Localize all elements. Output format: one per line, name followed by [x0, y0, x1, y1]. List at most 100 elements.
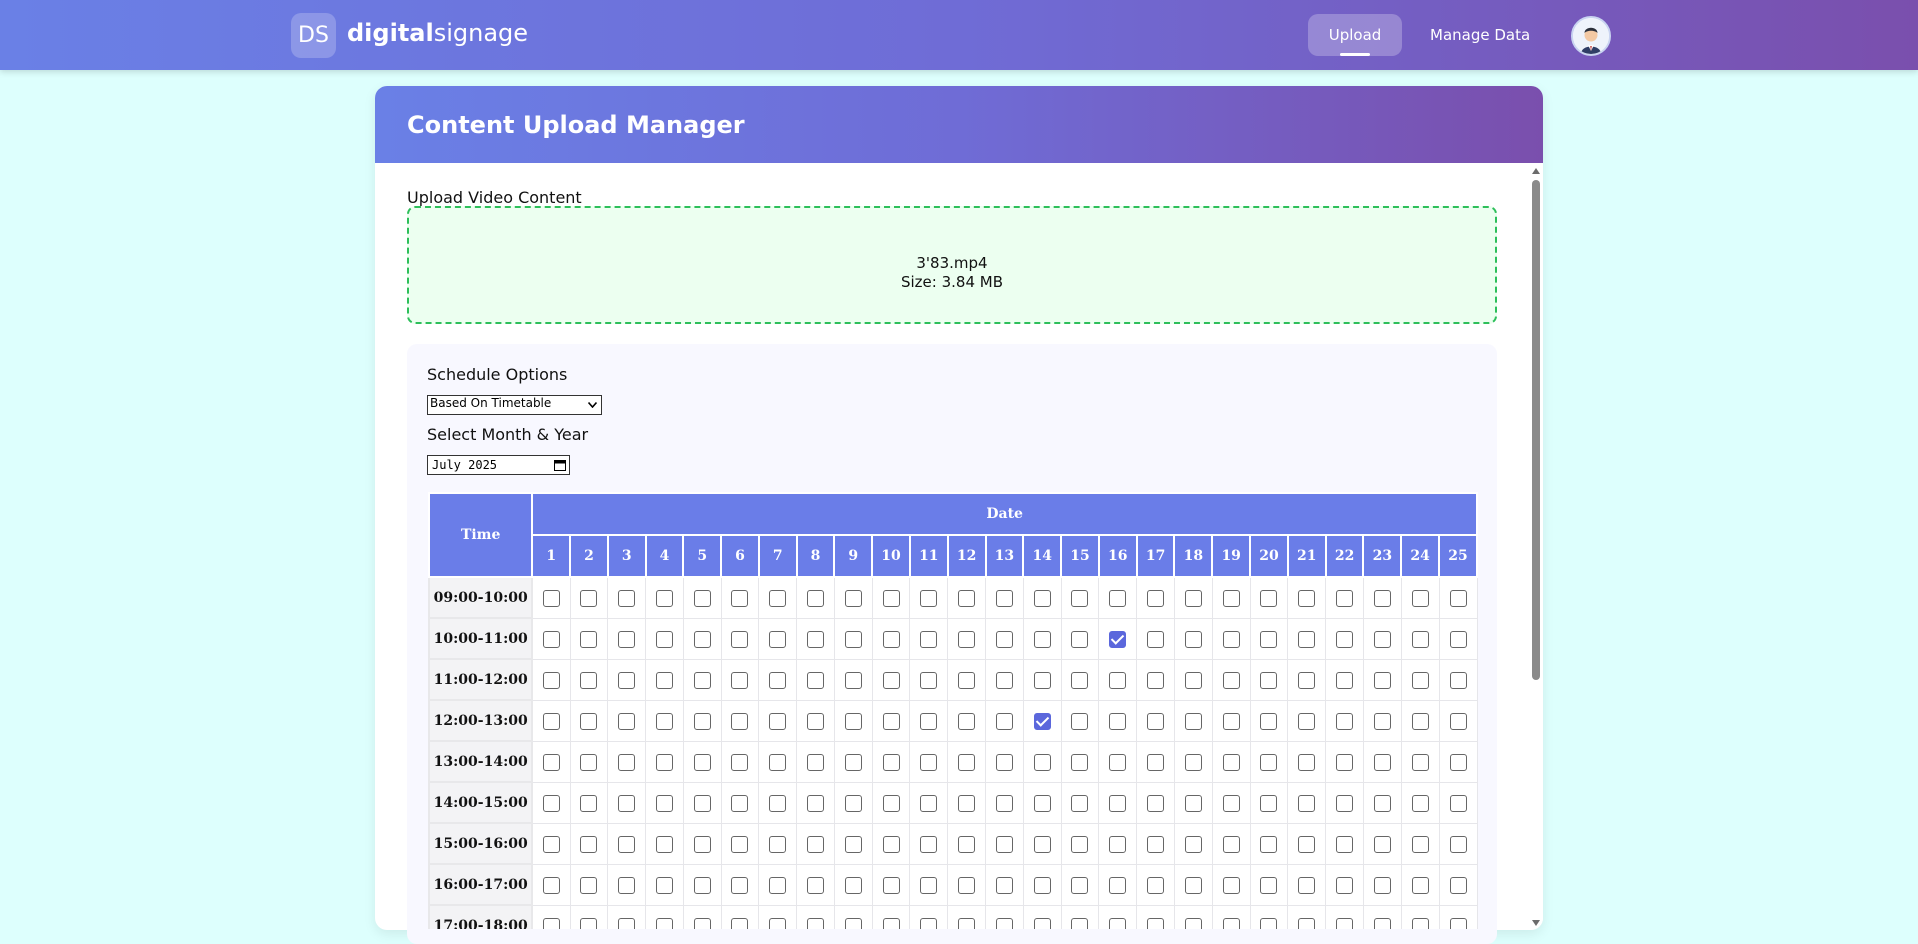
slot-checkbox[interactable] [1033, 754, 1051, 771]
slot-checkbox[interactable] [769, 836, 787, 853]
slot-checkbox[interactable] [1449, 713, 1467, 730]
slot-checkbox[interactable] [806, 754, 824, 771]
slot-checkbox[interactable] [1147, 631, 1165, 648]
slot-checkbox[interactable] [1298, 713, 1316, 730]
user-avatar-icon[interactable] [1571, 16, 1611, 56]
slot-checkbox[interactable] [1147, 877, 1165, 894]
slot-checkbox[interactable] [958, 672, 976, 689]
slot-checkbox[interactable] [806, 918, 824, 929]
slot-checkbox[interactable] [882, 713, 900, 730]
slot-checkbox[interactable] [844, 672, 862, 689]
slot-checkbox[interactable] [1184, 631, 1202, 648]
slot-checkbox[interactable] [618, 754, 636, 771]
slot-checkbox[interactable] [920, 672, 938, 689]
slot-checkbox[interactable] [920, 631, 938, 648]
slot-checkbox[interactable] [1336, 713, 1354, 730]
scroll-up-arrow-icon[interactable] [1532, 168, 1540, 174]
slot-checkbox[interactable] [844, 590, 862, 608]
slot-checkbox[interactable] [1222, 713, 1240, 730]
slot-checkbox[interactable] [693, 795, 711, 812]
slot-checkbox[interactable] [958, 918, 976, 929]
slot-checkbox[interactable] [769, 672, 787, 689]
slot-checkbox[interactable] [731, 754, 749, 771]
slot-checkbox[interactable] [844, 877, 862, 894]
slot-checkbox[interactable] [580, 836, 598, 853]
slot-checkbox[interactable] [1260, 918, 1278, 929]
slot-checkbox[interactable] [693, 672, 711, 689]
slot-checkbox[interactable] [1222, 836, 1240, 853]
slot-checkbox[interactable] [1298, 754, 1316, 771]
slot-checkbox[interactable] [1411, 631, 1429, 648]
slot-checkbox[interactable] [920, 754, 938, 771]
slot-checkbox[interactable] [995, 672, 1013, 689]
slot-checkbox[interactable] [580, 754, 598, 771]
slot-checkbox[interactable] [806, 672, 824, 689]
slot-checkbox[interactable] [1373, 754, 1391, 771]
slot-checkbox[interactable] [806, 590, 824, 608]
slot-checkbox[interactable] [1222, 795, 1240, 812]
slot-checkbox[interactable] [542, 631, 560, 648]
slot-checkbox[interactable] [769, 590, 787, 608]
slot-checkbox[interactable] [1411, 754, 1429, 771]
slot-checkbox[interactable] [693, 631, 711, 648]
slot-checkbox[interactable] [995, 713, 1013, 730]
slot-checkbox[interactable] [920, 836, 938, 853]
slot-checkbox[interactable] [1109, 795, 1127, 812]
slot-checkbox[interactable] [1033, 836, 1051, 853]
slot-checkbox[interactable] [995, 877, 1013, 894]
slot-checkbox[interactable] [731, 877, 749, 894]
slot-checkbox[interactable] [806, 877, 824, 894]
slot-checkbox[interactable] [1184, 836, 1202, 853]
slot-checkbox[interactable] [542, 918, 560, 929]
slot-checkbox[interactable] [1449, 754, 1467, 771]
slot-checkbox[interactable] [655, 672, 673, 689]
slot-checkbox[interactable] [1260, 795, 1278, 812]
slot-checkbox[interactable] [958, 631, 976, 648]
slot-checkbox[interactable] [995, 631, 1013, 648]
slot-checkbox[interactable] [731, 795, 749, 812]
slot-checkbox[interactable] [1411, 918, 1429, 929]
slot-checkbox[interactable] [1336, 631, 1354, 648]
slot-checkbox[interactable] [1071, 754, 1089, 771]
scroll-down-arrow-icon[interactable] [1532, 920, 1540, 926]
slot-checkbox[interactable] [1222, 754, 1240, 771]
slot-checkbox[interactable] [655, 918, 673, 929]
slot-checkbox[interactable] [1373, 877, 1391, 894]
slot-checkbox[interactable] [1298, 836, 1316, 853]
slot-checkbox[interactable] [618, 918, 636, 929]
slot-checkbox[interactable] [882, 836, 900, 853]
nav-upload-tab[interactable]: Upload [1308, 14, 1402, 56]
slot-checkbox[interactable] [806, 836, 824, 853]
slot-checkbox[interactable] [995, 918, 1013, 929]
slot-checkbox[interactable] [1071, 672, 1089, 689]
video-dropzone[interactable]: 3'83.mp4 Size: 3.84 MB [407, 206, 1497, 324]
slot-checkbox[interactable] [1184, 918, 1202, 929]
slot-checkbox[interactable] [1260, 672, 1278, 689]
slot-checkbox[interactable] [1033, 918, 1051, 929]
slot-checkbox[interactable] [806, 795, 824, 812]
slot-checkbox[interactable] [1147, 590, 1165, 608]
slot-checkbox[interactable] [1336, 836, 1354, 853]
slot-checkbox[interactable] [1033, 590, 1051, 608]
slot-checkbox[interactable] [1449, 795, 1467, 812]
slot-checkbox[interactable] [920, 795, 938, 812]
slot-checkbox[interactable] [1298, 795, 1316, 812]
slot-checkbox[interactable] [769, 631, 787, 648]
slot-checkbox[interactable] [1298, 672, 1316, 689]
slot-checkbox[interactable] [655, 795, 673, 812]
slot-checkbox[interactable] [1071, 836, 1089, 853]
slot-checkbox[interactable] [1298, 918, 1316, 929]
slot-checkbox[interactable] [655, 631, 673, 648]
slot-checkbox[interactable] [693, 836, 711, 853]
slot-checkbox[interactable] [1222, 631, 1240, 648]
slot-checkbox[interactable] [618, 877, 636, 894]
slot-checkbox[interactable] [618, 672, 636, 689]
slot-checkbox[interactable] [618, 713, 636, 730]
slot-checkbox[interactable] [769, 918, 787, 929]
slot-checkbox[interactable] [580, 713, 598, 730]
slot-checkbox[interactable] [806, 631, 824, 648]
slot-checkbox[interactable] [1109, 918, 1127, 929]
slot-checkbox[interactable] [995, 836, 1013, 853]
slot-checkbox[interactable] [580, 877, 598, 894]
slot-checkbox[interactable] [769, 795, 787, 812]
